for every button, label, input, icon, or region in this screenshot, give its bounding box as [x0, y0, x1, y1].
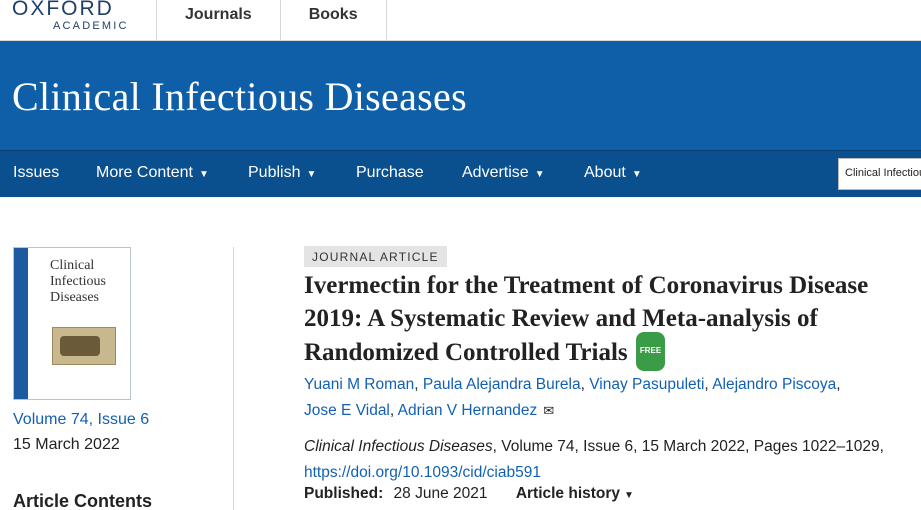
- cover-illustration-detail: [60, 336, 100, 356]
- citation: Clinical Infectious Diseases, Volume 74,…: [304, 434, 884, 486]
- caret-down-icon: ▼: [631, 169, 642, 180]
- nav-purchase-label: Purchase: [356, 164, 424, 181]
- caret-down-icon: ▼: [198, 169, 209, 180]
- top-nav-books[interactable]: Books: [279, 0, 387, 41]
- logo-sub-text: ACADEMIC: [53, 20, 129, 32]
- envelope-icon[interactable]: ✉: [543, 398, 554, 424]
- article-title-block: Ivermectin for the Treatment of Coronavi…: [304, 270, 884, 374]
- free-badge: FREE: [635, 332, 666, 371]
- publication-row: Published: 28 June 2021 Article history ▼: [304, 485, 634, 503]
- cover-strip: [14, 248, 28, 399]
- author-link[interactable]: Vinay Pasupuleti: [589, 376, 704, 393]
- nav-more-content-label: More Content: [96, 164, 193, 181]
- journal-title[interactable]: Clinical Infectious Diseases: [12, 73, 467, 120]
- nav-more-content[interactable]: More Content ▼: [96, 164, 209, 182]
- author-link[interactable]: Paula Alejandra Burela: [423, 376, 581, 393]
- top-bar: OXFORD ACADEMIC Journals Books: [0, 0, 921, 41]
- nav-issues[interactable]: Issues: [13, 164, 59, 182]
- sidebar-divider: [233, 247, 234, 510]
- author-link[interactable]: Yuani M Roman: [304, 376, 414, 393]
- article-history-toggle[interactable]: Article history ▼: [516, 485, 634, 502]
- article-history-label: Article history: [515, 485, 621, 502]
- article-title: Ivermectin for the Treatment of Coronavi…: [304, 272, 869, 366]
- cover-title: Clinical Infectious Diseases: [50, 258, 106, 305]
- journal-banner: Clinical Infectious Diseases: [0, 41, 921, 150]
- author-link[interactable]: Alejandro Piscoya: [712, 376, 836, 393]
- journal-nav: Issues More Content ▼ Publish ▼ Purchase A…: [0, 150, 921, 197]
- doi-link[interactable]: https://doi.org/10.1093/cid/ciab591: [304, 464, 541, 481]
- caret-down-icon: ▼: [306, 169, 317, 180]
- author-link[interactable]: Jose E Vidal: [304, 402, 390, 419]
- issue-cover-image[interactable]: Clinical Infectious Diseases: [13, 247, 131, 400]
- article-type-badge: JOURNAL ARTICLE: [304, 246, 447, 267]
- nav-purchase[interactable]: Purchase: [356, 164, 424, 182]
- caret-down-icon: ▼: [534, 169, 545, 180]
- logo-main-text: OXFORD: [12, 0, 114, 20]
- published-label: Published:: [304, 485, 384, 502]
- nav-about-label: About: [584, 164, 626, 181]
- author-list: Yuani M Roman, Paula Alejandra Burela, V…: [304, 372, 864, 424]
- nav-issues-label: Issues: [13, 164, 60, 181]
- nav-advertise[interactable]: Advertise ▼: [462, 164, 545, 182]
- published-date: 28 June 2021: [393, 485, 488, 502]
- oxford-academic-logo[interactable]: OXFORD ACADEMIC: [12, 0, 132, 32]
- citation-details: , Volume 74, Issue 6, 15 March 2022, Pag…: [492, 438, 884, 455]
- nav-advertise-label: Advertise: [462, 164, 529, 181]
- top-nav: Journals Books: [156, 0, 387, 41]
- issue-volume-link[interactable]: Volume 74, Issue 6: [13, 411, 149, 429]
- nav-about[interactable]: About ▼: [584, 164, 642, 182]
- nav-publish-label: Publish: [248, 164, 301, 181]
- top-nav-journals[interactable]: Journals: [156, 0, 280, 41]
- issue-date: 15 March 2022: [13, 436, 120, 453]
- article-contents-heading: Article Contents: [13, 491, 153, 510]
- search-scope-select[interactable]: Clinical Infectious Diseases: [838, 158, 921, 190]
- nav-publish[interactable]: Publish ▼: [248, 164, 316, 182]
- citation-journal: Clinical Infectious Diseases: [304, 438, 493, 455]
- caret-down-icon: ▼: [624, 490, 634, 501]
- author-link[interactable]: Adrian V Hernandez: [398, 402, 538, 419]
